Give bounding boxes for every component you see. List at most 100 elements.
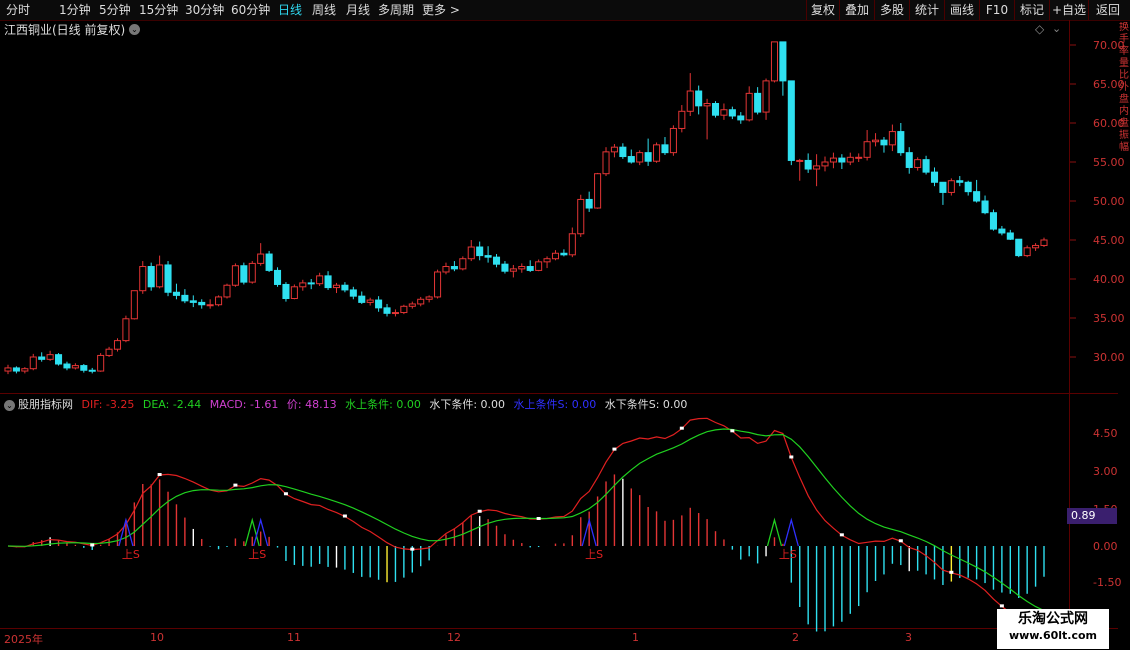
candle-body (619, 146, 627, 158)
chevron-down-icon[interactable]: ⌄ (129, 24, 140, 35)
candle-body (282, 283, 290, 299)
signal-triangle (783, 517, 799, 547)
candle-body (796, 159, 804, 162)
candle-body (156, 264, 164, 288)
candle-body (846, 156, 854, 163)
back-button[interactable]: 返回 (1088, 0, 1127, 20)
dif-marker (283, 492, 288, 496)
candle-body (181, 294, 189, 302)
period-tab-30min[interactable]: 30分钟 (185, 2, 224, 18)
signal-triangle (581, 517, 597, 547)
kline-chart[interactable]: 上S 上S 上S 上S (0, 0, 1130, 650)
candle-body (745, 92, 753, 121)
signal-label: 上S (779, 548, 797, 561)
draw-line-button[interactable]: 画线 (944, 0, 979, 20)
cond-up-s-value: 水上条件S: 0.00 (513, 398, 597, 411)
indicator-name[interactable]: 股朋指标网 (18, 398, 73, 411)
candle-body (223, 284, 231, 298)
dif-marker (999, 604, 1004, 608)
candle-body (349, 289, 357, 297)
statistics-button[interactable]: 统计 (909, 0, 944, 20)
candle-body (139, 266, 147, 292)
candle-body (206, 304, 214, 307)
candle-body (257, 253, 265, 264)
candle-body (880, 139, 888, 146)
period-tab-multi[interactable]: 多周期 (378, 2, 414, 18)
candle-body (332, 284, 341, 289)
signal-triangle (118, 517, 134, 547)
candle-body (930, 171, 939, 183)
candle-body (653, 144, 661, 162)
candle-body (543, 258, 551, 263)
candle-body (307, 282, 315, 285)
period-toolbar: 分时 1分钟 5分钟 15分钟 30分钟 60分钟 日线 周线 月线 多周期 更… (0, 0, 1130, 21)
period-tab-5min[interactable]: 5分钟 (99, 2, 131, 18)
stock-title: 江西铜业(日线 前复权) (4, 23, 126, 37)
period-tab-60min[interactable]: 60分钟 (231, 2, 270, 18)
candle-body (189, 300, 197, 303)
period-tab-more[interactable]: 更多 > (422, 2, 460, 18)
diamond-icon[interactable]: ◇ (1035, 22, 1044, 36)
f10-button[interactable]: F10 (979, 0, 1014, 20)
dif-value: DIF: -3.25 (81, 398, 135, 411)
candle-body (939, 181, 947, 193)
dif-marker (90, 543, 95, 547)
candle-body (602, 151, 610, 175)
candle-body (383, 307, 391, 314)
period-tab-weekly[interactable]: 周线 (312, 2, 336, 18)
multi-stock-button[interactable]: 多股 (874, 0, 909, 20)
period-tab-timeshare[interactable]: 分时 (6, 2, 30, 18)
add-watchlist-button[interactable]: +自选 (1049, 0, 1088, 20)
period-tab-15min[interactable]: 15分钟 (139, 2, 178, 18)
period-tab-daily[interactable]: 日线 (278, 2, 302, 18)
candle-body (762, 80, 770, 113)
overlay-button[interactable]: 叠加 (839, 0, 874, 20)
candle-body (585, 198, 593, 209)
candle-body (998, 228, 1006, 234)
x-tick: 10 (150, 631, 164, 644)
side-info-tab[interactable]: 换手率量比外盘内盘振幅 (1119, 22, 1130, 392)
candle-body (669, 127, 677, 154)
candle-body (459, 258, 467, 270)
candle-body (518, 266, 526, 270)
candle-body (1015, 238, 1023, 257)
period-tab-1min[interactable]: 1分钟 (59, 2, 91, 18)
price-value: 价: 48.13 (286, 398, 337, 411)
candle-body (122, 318, 130, 342)
candle-body (551, 252, 560, 260)
restore-rights-button[interactable]: 复权 (806, 0, 839, 20)
signal-label: 上S (248, 548, 266, 561)
candle-body (829, 157, 837, 163)
candle-body (80, 365, 88, 371)
candle-body (610, 146, 618, 153)
candle-body (231, 265, 239, 286)
candle-body (720, 109, 728, 116)
candle-body (526, 266, 534, 271)
candle-body (299, 282, 307, 288)
chevron-right-icon[interactable]: ⌄ (1052, 22, 1061, 35)
candle-body (450, 266, 458, 270)
mark-button[interactable]: 标记 (1014, 0, 1049, 20)
candle-body (46, 354, 54, 360)
candle-body (324, 275, 332, 289)
candle-body (358, 295, 366, 303)
signals: 上S 上S 上S 上S (90, 426, 1004, 608)
candle-body (686, 90, 694, 112)
candle-body (804, 159, 812, 170)
candle-body (627, 156, 635, 163)
current-value-badge: 0.89 (1067, 508, 1117, 524)
candle-body (770, 41, 779, 82)
candle-body (434, 271, 442, 298)
period-tab-monthly[interactable]: 月线 (346, 2, 370, 18)
candle-body (113, 340, 122, 350)
signal-triangle (766, 517, 783, 547)
signal-triangle (253, 517, 269, 547)
candle-body (273, 269, 282, 285)
chevron-down-icon[interactable]: ⌄ (4, 400, 15, 411)
dif-marker (679, 426, 684, 430)
candle-body (341, 284, 349, 291)
candle-body (290, 286, 298, 299)
candle-body (172, 291, 180, 296)
candles (4, 41, 1048, 375)
candle-body (1032, 244, 1040, 249)
